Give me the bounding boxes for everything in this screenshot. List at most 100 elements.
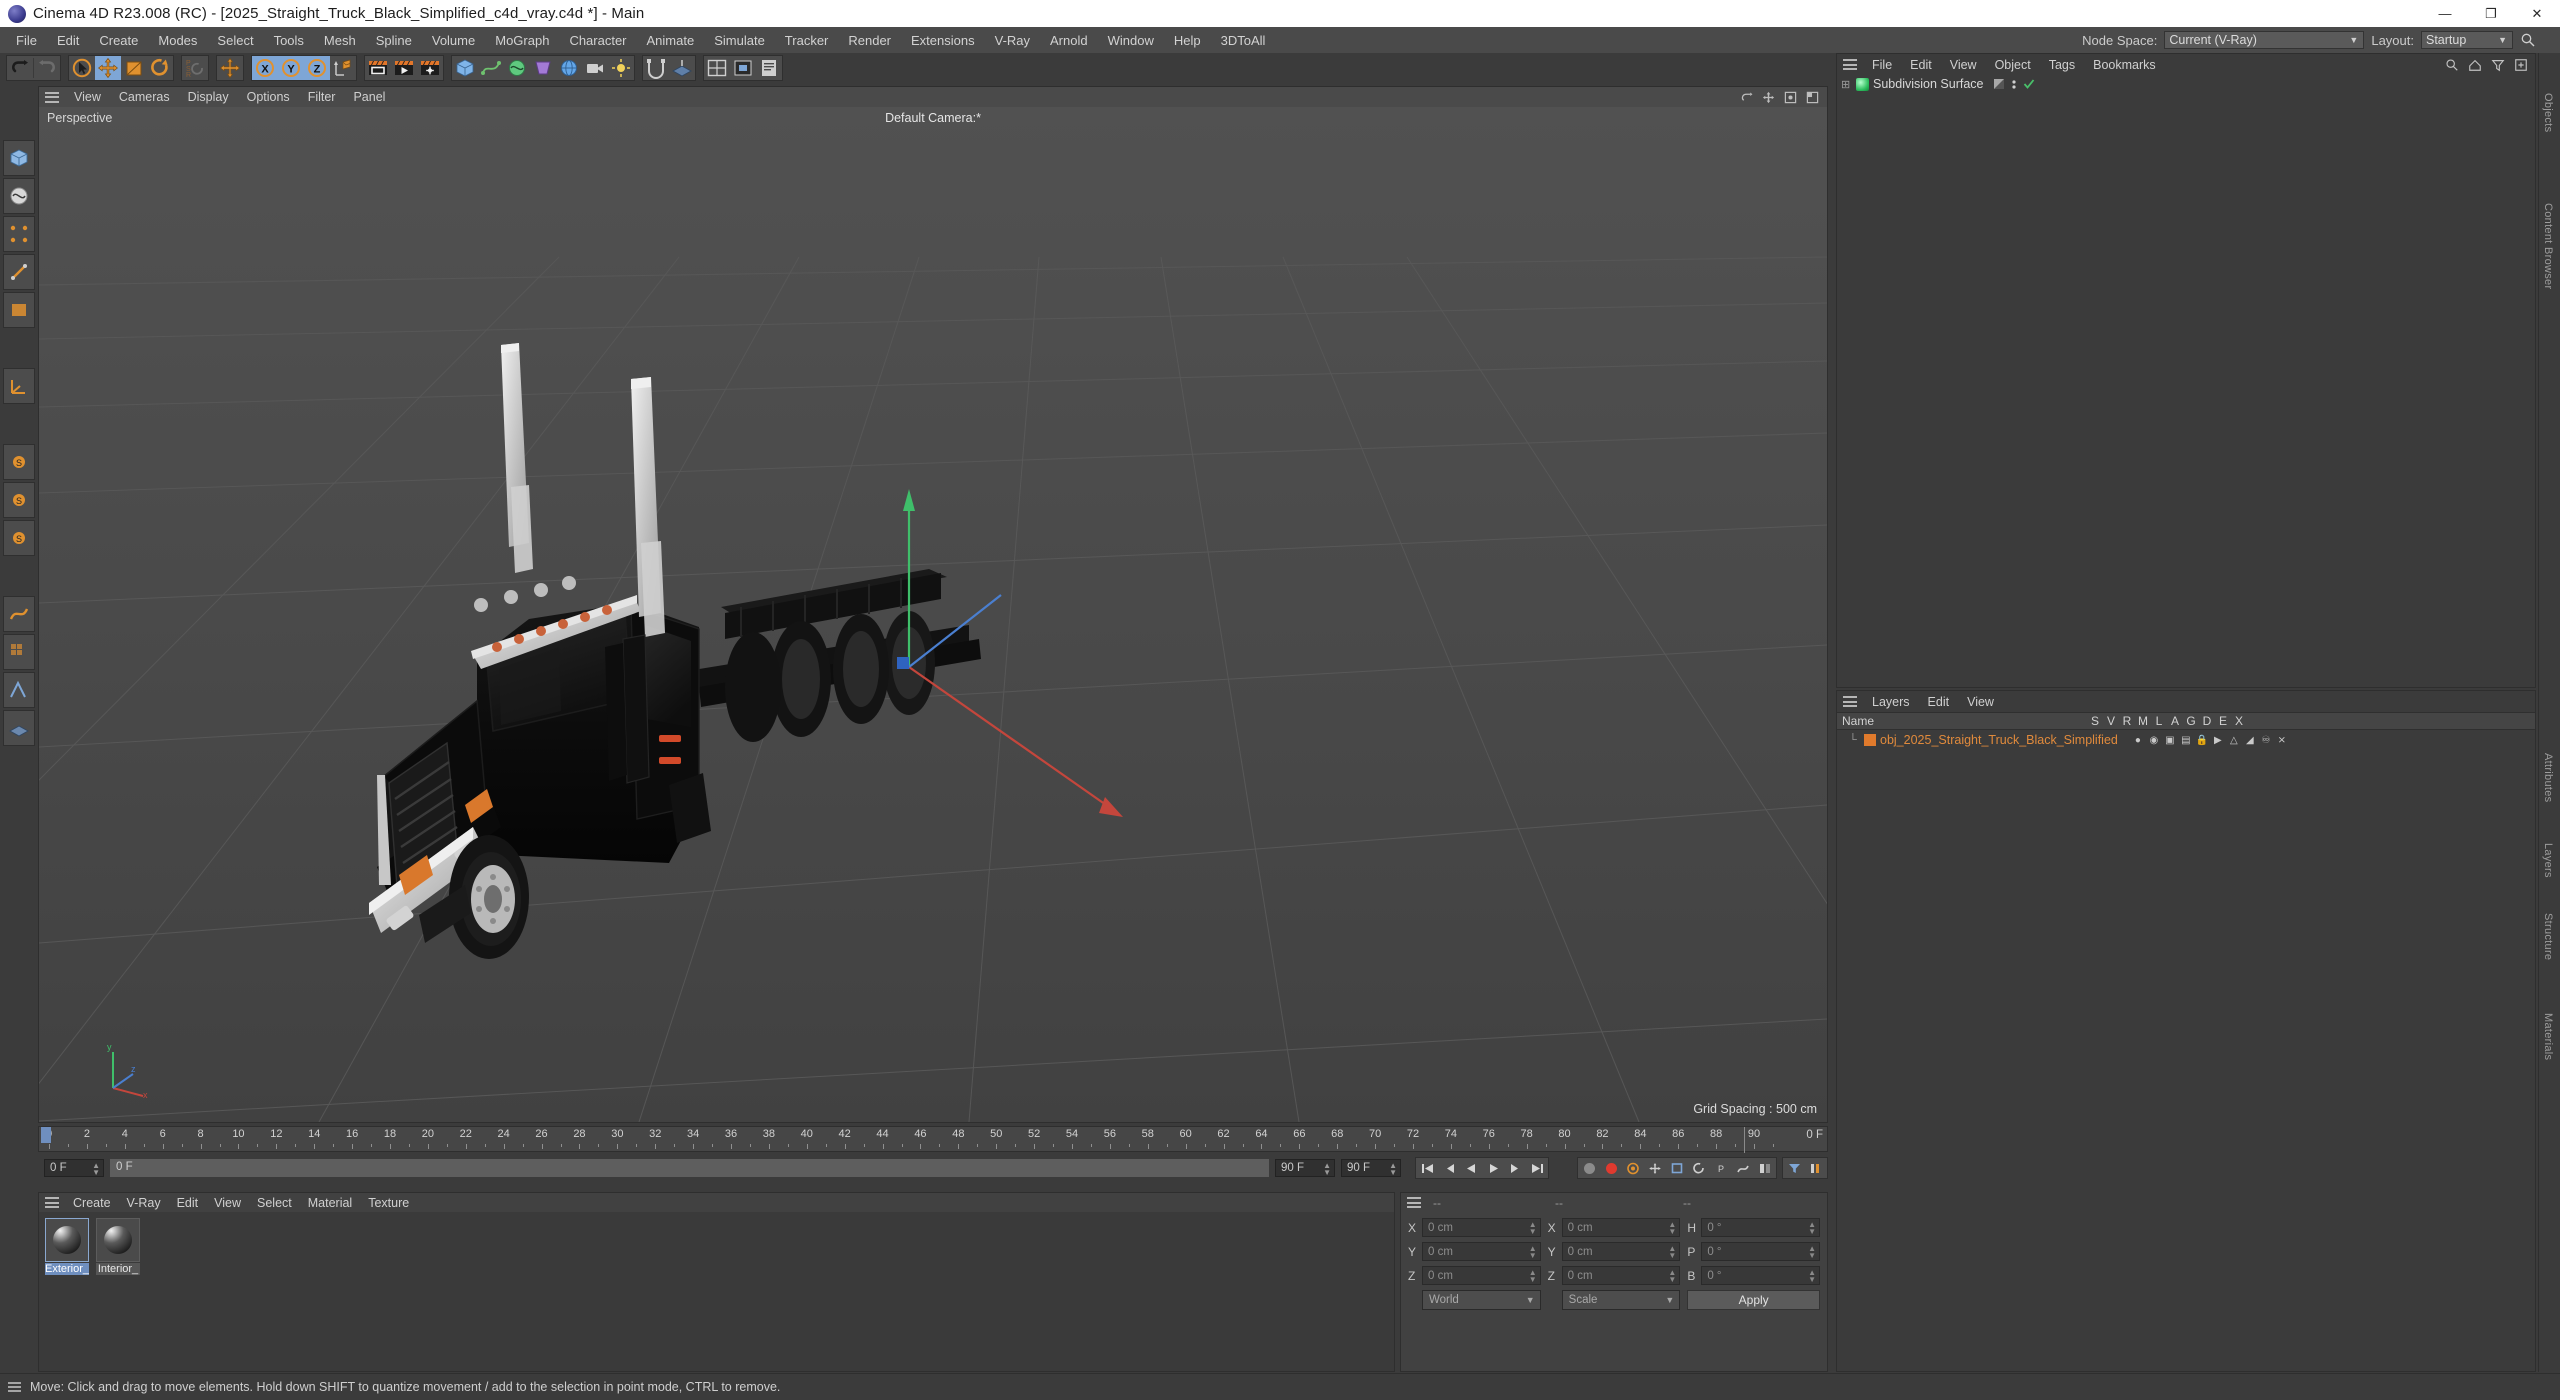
home-icon[interactable] bbox=[2468, 58, 2482, 72]
menu-item-modes[interactable]: Modes bbox=[148, 30, 207, 51]
maximize-button[interactable]: ❐ bbox=[2468, 0, 2514, 27]
scale-tool-button[interactable] bbox=[121, 56, 147, 80]
preview-range-bar[interactable]: 0 F bbox=[110, 1159, 1269, 1177]
timeline-playhead[interactable] bbox=[41, 1127, 51, 1143]
viewport-solo-off-button[interactable]: S bbox=[3, 520, 35, 556]
step-forward-button[interactable] bbox=[1504, 1158, 1526, 1178]
viewport-solo-hierarchy-button[interactable]: S bbox=[3, 482, 35, 518]
rotate-tool-button[interactable] bbox=[147, 56, 173, 80]
material-menu-edit[interactable]: Edit bbox=[169, 1195, 207, 1211]
viewport-menu-display[interactable]: Display bbox=[179, 89, 238, 105]
material-item[interactable]: Exterior_ bbox=[45, 1218, 89, 1365]
coordinate-system-select[interactable]: World ▼ bbox=[1422, 1290, 1541, 1310]
viewport-undo-icon[interactable] bbox=[1740, 91, 1753, 104]
generators-button[interactable] bbox=[504, 56, 530, 80]
object-menu-view[interactable]: View bbox=[1941, 57, 1986, 73]
viewport-layout-button[interactable] bbox=[704, 56, 730, 80]
layout-select[interactable]: Startup ▼ bbox=[2421, 31, 2513, 49]
xref-icon[interactable]: ⨯ bbox=[2276, 734, 2288, 746]
keyframe-pla-button[interactable] bbox=[1732, 1158, 1754, 1178]
world-object-axis-button[interactable] bbox=[330, 56, 356, 80]
minimize-button[interactable]: — bbox=[2422, 0, 2468, 27]
vtab-content-browser[interactable]: Content Browser bbox=[2542, 203, 2554, 289]
manager-icon[interactable]: ▤ bbox=[2180, 734, 2192, 746]
current-frame-field[interactable]: 0 F ▲ ▼ bbox=[44, 1159, 104, 1177]
move-tool-button[interactable] bbox=[95, 56, 121, 80]
keyframe-position-button[interactable] bbox=[1644, 1158, 1666, 1178]
undo-button[interactable] bbox=[7, 56, 33, 80]
menu-item-window[interactable]: Window bbox=[1098, 30, 1164, 51]
vtab-structure[interactable]: Structure bbox=[2542, 913, 2554, 960]
enable-snap-button[interactable] bbox=[3, 672, 35, 708]
menu-item-edit[interactable]: Edit bbox=[47, 30, 89, 51]
size-y-input[interactable]: 0 cm ▲ ▼ bbox=[1561, 1242, 1681, 1261]
viewport-menu-view[interactable]: View bbox=[65, 89, 110, 105]
object-menu-bookmarks[interactable]: Bookmarks bbox=[2084, 57, 2165, 73]
apply-button[interactable]: Apply bbox=[1687, 1290, 1820, 1310]
visibility-tag-icon[interactable] bbox=[2008, 78, 2020, 90]
point-level-animation-button[interactable] bbox=[1754, 1158, 1776, 1178]
display-tag-icon[interactable] bbox=[1993, 78, 2005, 90]
layers-menu-hamburger-icon[interactable] bbox=[1843, 696, 1857, 707]
menu-item-tools[interactable]: Tools bbox=[264, 30, 314, 51]
redo-button[interactable] bbox=[34, 56, 60, 80]
object-menu-hamburger-icon[interactable] bbox=[1843, 59, 1857, 70]
spinner-icon[interactable]: ▲ ▼ bbox=[1389, 1162, 1397, 1177]
keyframe-scale-button[interactable] bbox=[1666, 1158, 1688, 1178]
move-duplicate-button[interactable] bbox=[217, 56, 243, 80]
render-region-button[interactable] bbox=[730, 56, 756, 80]
layer-row[interactable]: └ obj_2025_Straight_Truck_Black_Simplifi… bbox=[1837, 730, 2535, 750]
timeline-filter-button[interactable] bbox=[1783, 1158, 1805, 1178]
menu-item-character[interactable]: Character bbox=[559, 30, 636, 51]
camera-button[interactable] bbox=[582, 56, 608, 80]
timeline-settings-button[interactable] bbox=[1805, 1158, 1827, 1178]
viewport-menu-options[interactable]: Options bbox=[238, 89, 299, 105]
record-active-objects-button[interactable] bbox=[1600, 1158, 1622, 1178]
material-list[interactable]: Exterior_ Interior_ bbox=[39, 1212, 1394, 1371]
menu-item-help[interactable]: Help bbox=[1164, 30, 1211, 51]
viewport-menu-cameras[interactable]: Cameras bbox=[110, 89, 179, 105]
menu-item-file[interactable]: File bbox=[6, 30, 47, 51]
go-to-start-button[interactable] bbox=[1416, 1158, 1438, 1178]
deformers-button[interactable] bbox=[530, 56, 556, 80]
workplane-button[interactable] bbox=[669, 56, 695, 80]
position-y-input[interactable]: 0 cm ▲ ▼ bbox=[1422, 1242, 1541, 1261]
spinner-icon[interactable]: ▲ ▼ bbox=[1529, 1221, 1537, 1236]
layers-menu-edit[interactable]: Edit bbox=[1919, 694, 1959, 710]
play-backwards-button[interactable] bbox=[1460, 1158, 1482, 1178]
range-end-field[interactable]: 90 F ▲ ▼ bbox=[1341, 1159, 1401, 1177]
view-icon[interactable]: ◉ bbox=[2148, 734, 2160, 746]
transform-mode-select[interactable]: Scale ▼ bbox=[1561, 1290, 1681, 1310]
viewport-solo-single-button[interactable]: S bbox=[3, 444, 35, 480]
layer-flag-icons[interactable]: ● ◉ ▣ ▤ 🔒 ▶ △ ◢ ♾ ⨯ bbox=[2132, 734, 2288, 746]
spinner-icon[interactable]: ▲ ▼ bbox=[1668, 1221, 1676, 1236]
filter-icon[interactable] bbox=[2491, 58, 2505, 72]
material-menu-texture[interactable]: Texture bbox=[360, 1195, 417, 1211]
spinner-icon[interactable]: ▲ ▼ bbox=[1808, 1221, 1816, 1236]
menu-item-mograph[interactable]: MoGraph bbox=[485, 30, 559, 51]
object-tags[interactable] bbox=[1993, 78, 2035, 90]
status-hamburger-icon[interactable] bbox=[8, 1382, 21, 1392]
layers-menu-view[interactable]: View bbox=[1958, 694, 2003, 710]
object-menu-file[interactable]: File bbox=[1863, 57, 1901, 73]
spinner-icon[interactable]: ▲ ▼ bbox=[1668, 1269, 1676, 1284]
close-button[interactable]: ✕ bbox=[2514, 0, 2560, 27]
coordinates-menu-hamburger-icon[interactable] bbox=[1407, 1197, 1421, 1208]
object-row-subdivision-surface[interactable]: ⊞ Subdivision Surface bbox=[1837, 75, 2535, 93]
enable-deformers-button[interactable] bbox=[3, 596, 35, 632]
menu-item-arnold[interactable]: Arnold bbox=[1040, 30, 1098, 51]
viewport-menu-hamburger-icon[interactable] bbox=[45, 91, 59, 103]
live-selection-button[interactable] bbox=[69, 56, 95, 80]
polygon-mode-button[interactable] bbox=[3, 292, 35, 328]
spinner-icon[interactable]: ▲ ▼ bbox=[92, 1162, 100, 1177]
material-menu-material[interactable]: Material bbox=[300, 1195, 360, 1211]
generator-icon[interactable]: △ bbox=[2228, 734, 2240, 746]
size-z-input[interactable]: 0 cm ▲ ▼ bbox=[1561, 1266, 1681, 1285]
expression-icon[interactable]: ♾ bbox=[2260, 734, 2272, 746]
keyframe-rotation-button[interactable] bbox=[1688, 1158, 1710, 1178]
object-menu-edit[interactable]: Edit bbox=[1901, 57, 1941, 73]
viewport-menu-filter[interactable]: Filter bbox=[299, 89, 345, 105]
object-tree[interactable]: ⊞ Subdivision Surface bbox=[1837, 75, 2535, 687]
psr-button[interactable]: P S R bbox=[182, 56, 208, 80]
add-cube-button[interactable] bbox=[452, 56, 478, 80]
